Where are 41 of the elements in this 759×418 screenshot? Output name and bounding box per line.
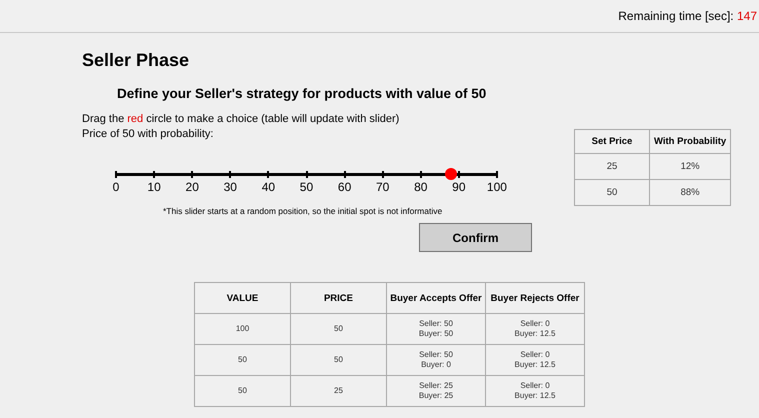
table-cell: Seller: 0 Buyer: 12.5 [486,376,584,406]
table-cell: 50 [574,180,650,206]
table-cell: Seller: 0 Buyer: 12.5 [486,344,584,376]
tick-label: 80 [414,180,428,194]
slider-note: *This slider starts at a random position, so the initial spot is not informative [163,206,444,216]
tick-label: 70 [376,180,390,194]
table-cell: 12% [650,154,731,180]
prompt-text: Price of 50 with probability: [82,128,214,140]
column-header: Buyer Accepts Offer [386,282,486,314]
table-cell: Seller: 0 Buyer: 12.5 [486,314,584,344]
remaining-time: Remaining time [sec]: 147 [618,9,758,23]
table-cell: 50 [290,314,386,344]
subtitle: Define your Seller's strategy for products with value of 50 [117,86,488,101]
tick-label: 20 [186,180,199,194]
table-cell: 50 [290,344,386,376]
tick-label: 0 [112,180,120,194]
tick-label: 50 [300,180,314,194]
tick-label: 60 [338,180,352,194]
table-cell: 100 [194,314,290,344]
confirm-button[interactable]: Confirm [419,223,532,252]
table-cell: 50 [194,344,290,376]
tick-label: 100 [486,180,507,194]
column-header: Buyer Rejects Offer [486,282,584,314]
table-cell: 25 [574,154,650,180]
table-cell: 88% [650,180,731,206]
tick-label: 90 [452,180,466,194]
column-header: VALUE [194,282,290,314]
tick-label: 30 [224,180,237,194]
table-cell: 50 [194,376,290,406]
table-cell: 25 [290,376,386,406]
table-cell: Seller: 25 Buyer: 25 [386,376,486,406]
table-cell: Seller: 50 Buyer: 50 [386,314,486,344]
page-title: Seller Phase [82,50,190,72]
column-header: Set Price [574,130,650,154]
instruction-text: Drag the red circle to make a choice (table will update with slider) [82,113,400,125]
table-cell: Seller: 50 Buyer: 0 [386,344,486,376]
column-header: With Probability [650,130,731,154]
column-header: PRICE [290,282,386,314]
tick-label: 10 [147,180,161,194]
tick-label: 40 [262,180,276,194]
slider-handle[interactable] [445,168,458,180]
